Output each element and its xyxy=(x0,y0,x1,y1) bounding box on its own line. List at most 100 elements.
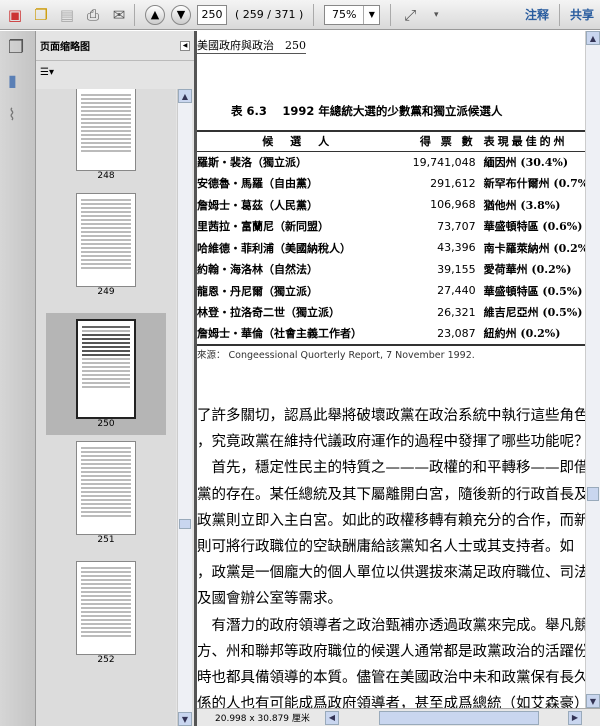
status-bar: 20.998 x 30.879 厘米 ◀ ▶ xyxy=(197,708,600,726)
text-line: 首先，穩定性民主的特質之———政權的和平轉移——即借 xyxy=(197,460,585,477)
table-row: 龍恩・丹尼爾（獨立派） 27,440 華盛頓特區 (0.5%) xyxy=(197,280,585,302)
divider xyxy=(558,3,560,26)
chevron-down-icon[interactable]: ▼ xyxy=(363,5,379,24)
text-line: 黨的存在。某任總統及其下屬離開白宮，隨後新的行政首長及 xyxy=(197,486,585,503)
cell-best-state: 維吉尼亞州 (0.5%) xyxy=(483,306,583,320)
divider xyxy=(313,3,315,26)
thumbnail-252[interactable]: 252 xyxy=(46,561,166,665)
table-row: 安德魯・馬羅（自由黨） 291,612 新罕布什爾州 (0.7%) xyxy=(197,173,585,195)
cell-votes: 26,321 xyxy=(437,305,476,319)
next-page-button[interactable]: ▼ xyxy=(171,4,191,25)
zoom-select[interactable]: 75% ▼ xyxy=(324,4,381,25)
combine-files-icon[interactable]: ❐ xyxy=(30,4,52,26)
table-row: 林登・拉洛奇二世（獨立派） 26,321 維吉尼亞州 (0.5%) xyxy=(197,302,585,324)
fullscreen-icon[interactable]: ⤢ xyxy=(399,4,421,26)
document-scrollbar[interactable]: ▲ ▼ xyxy=(585,31,600,708)
text-line: 有潛力的政府領導者之政治甄補亦透過政黨來完成。舉凡競 xyxy=(197,617,585,634)
cell-candidate: 詹姆士・葛茲（人民黨） xyxy=(197,198,318,212)
horizontal-scrollbar[interactable] xyxy=(339,710,568,725)
text-line: 則可將行政職位的空缺酬庸給該黨知名人士或其支持者。如 xyxy=(197,539,574,556)
cell-best-state: 華盛頓特區 (0.5%) xyxy=(483,284,583,298)
cell-candidate: 詹姆士・華倫（社會主義工作者） xyxy=(197,327,362,341)
scroll-right-icon[interactable]: ▶ xyxy=(568,710,582,725)
table-row: 詹姆士・葛茲（人民黨） 106,968 猶他州 (3.8%) xyxy=(197,194,585,216)
cell-best-state: 紐約州 (0.2%) xyxy=(483,327,561,341)
cell-votes: 27,440 xyxy=(437,284,476,298)
scroll-thumb[interactable] xyxy=(587,487,599,501)
email-icon[interactable]: ✉ xyxy=(108,4,130,26)
cell-best-state: 猶他州 (3.8%) xyxy=(483,198,561,212)
toolbar: ▣ ❐ ▤ ⎙ ✉ ▲ ▼ 250 ( 259 / 371 ) 75% ▼ ⤢ ▾… xyxy=(0,0,600,30)
page-number-input[interactable]: 250 xyxy=(197,4,227,25)
cell-best-state: 南卡羅萊納州 (0.2%) xyxy=(483,241,585,255)
cell-candidate: 里茜拉・富蘭尼（新同盟） xyxy=(197,220,329,234)
thumbnail-248[interactable]: 248 xyxy=(46,89,166,181)
scroll-up-icon[interactable]: ▲ xyxy=(178,89,192,103)
document-page: 美國政府與政治 250 表 6.3 1992 年總統大選的少數黨和獨立派候選人 … xyxy=(197,31,585,708)
scroll-thumb[interactable] xyxy=(179,519,191,529)
cell-votes: 39,155 xyxy=(437,262,476,276)
navigation-tabs: ❐ ▮ ⌇ xyxy=(0,31,36,726)
cell-candidate: 羅斯・裴洛（獨立派） xyxy=(197,156,307,169)
cell-votes: 19,741,048 xyxy=(412,155,476,169)
save-icon[interactable]: ▤ xyxy=(56,4,78,26)
header-candidate: 候 選 人 xyxy=(197,131,398,152)
text-line: 政黨則立即入主白宮。如此的政權移轉有賴充分的合作，而新 xyxy=(197,512,585,529)
print-icon[interactable]: ⎙ xyxy=(82,4,104,26)
text-line: ，政黨是一個龐大的個人單位以供選拔來滿足政府職位、司法 xyxy=(197,565,585,582)
bookmark-icon[interactable]: ▮ xyxy=(8,71,17,90)
thumbnail-options-button[interactable]: ☰▾ xyxy=(40,67,54,78)
cell-best-state: 新罕布什爾州 (0.7%) xyxy=(483,177,585,191)
table-row: 詹姆士・華倫（社會主義工作者） 23,087 紐約州 (0.2%) xyxy=(197,323,585,345)
collapse-panel-button[interactable]: ◀ xyxy=(180,40,190,51)
thumbnail-249[interactable]: 249 xyxy=(46,193,166,297)
cell-votes: 43,396 xyxy=(437,241,476,255)
text-line: 了許多關切，認爲此舉將破壞政黨在政治系統中執行這些角色 xyxy=(197,408,585,424)
header-best-state: 表現最佳的州 xyxy=(483,131,585,152)
cell-best-state: 緬因州 (30.4%) xyxy=(483,156,569,169)
running-head: 美國政府與政治 250 xyxy=(197,39,306,54)
scroll-left-icon[interactable]: ◀ xyxy=(325,710,339,725)
thumbnail-251[interactable]: 251 xyxy=(46,441,166,545)
cell-candidate: 龍恩・丹尼爾（獨立派） xyxy=(197,284,318,298)
thumbnail-scrollbar[interactable]: ▲ ▼ xyxy=(177,89,192,726)
cell-candidate: 安德魯・馬羅（自由黨） xyxy=(197,177,318,191)
thumbnail-label: 250 xyxy=(97,419,115,429)
text-line: 時也都具備領導的本質。儘管在美國政治中未和政黨保有長久 xyxy=(197,670,585,687)
cell-votes: 73,707 xyxy=(437,219,476,233)
cell-candidate: 約翰・海洛林（自然法） xyxy=(197,263,318,277)
attachment-icon[interactable]: ⌇ xyxy=(8,105,16,124)
table-row: 約翰・海洛林（自然法） 39,155 愛荷華州 (0.2%) xyxy=(197,259,585,281)
table-caption: 表 6.3 1992 年總統大選的少數黨和獨立派候選人 xyxy=(231,104,503,118)
page-count: ( 259 / 371 ) xyxy=(235,8,304,21)
table-row: 里茜拉・富蘭尼（新同盟） 73,707 華盛頓特區 (0.6%) xyxy=(197,216,585,238)
create-pdf-icon[interactable]: ▣ xyxy=(4,4,26,26)
page-size: 20.998 x 30.879 厘米 xyxy=(215,714,310,724)
scroll-thumb[interactable] xyxy=(379,710,539,725)
scroll-down-icon[interactable]: ▼ xyxy=(586,694,600,708)
cell-votes: 291,612 xyxy=(430,176,476,190)
share-button[interactable]: 共享 xyxy=(570,6,594,23)
text-line: ，究竟政黨在維持代議政府運作的過程中發揮了哪些功能呢？ xyxy=(197,434,585,451)
candidates-table: 候 選 人得 票 數表現最佳的州 羅斯・裴洛（獨立派） 19,741,048 緬因州… xyxy=(197,130,585,346)
thumbnail-label: 252 xyxy=(97,655,115,665)
comment-button[interactable]: 注释 xyxy=(525,6,549,23)
panel-title: 页面缩略图 xyxy=(40,42,90,53)
cell-candidate: 哈維德・菲利浦（美國納稅人） xyxy=(197,241,351,255)
table-row: 哈維德・菲利浦（美國納稅人） 43,396 南卡羅萊納州 (0.2%) xyxy=(197,237,585,259)
text-line: 係的人也有可能成爲政府領導者，甚至成爲總統（如艾森豪） xyxy=(197,696,585,708)
table-source: 來源： Congeessional Quorterly Report, 7 No… xyxy=(197,350,475,361)
cell-votes: 23,087 xyxy=(437,326,476,340)
thumbnail-250[interactable]: 250 xyxy=(46,313,166,435)
scroll-up-icon[interactable]: ▲ xyxy=(586,31,600,45)
thumbnail-label: 249 xyxy=(97,287,115,297)
more-tools-chevron-icon[interactable]: ▾ xyxy=(425,4,447,26)
divider xyxy=(134,3,135,26)
text-line: 方、州和聯邦等政府職位的候選人通常都是政黨政治的活躍份 xyxy=(197,643,585,660)
previous-page-button[interactable]: ▲ xyxy=(145,4,165,25)
scroll-down-icon[interactable]: ▼ xyxy=(178,712,192,726)
table-row: 羅斯・裴洛（獨立派） 19,741,048 緬因州 (30.4%) xyxy=(197,151,585,173)
text-line: 及國會辦公室等需求。 xyxy=(197,591,342,608)
pages-icon[interactable]: ❐ xyxy=(8,37,24,58)
table-header: 候 選 人得 票 數表現最佳的州 xyxy=(197,131,585,152)
